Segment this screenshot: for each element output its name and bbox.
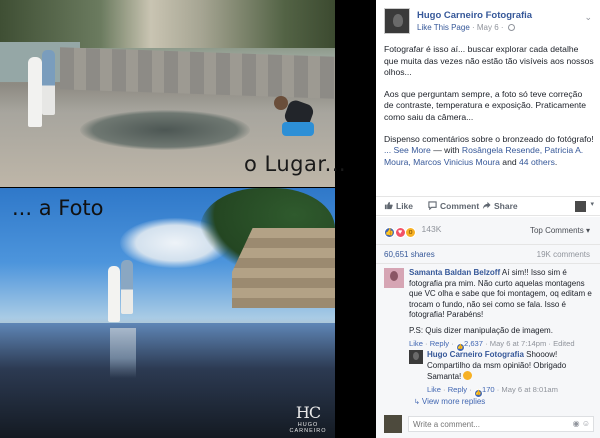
label-photo: ... a Foto [12,196,104,220]
post-paragraph: Aos que perguntam sempre, a foto só teve… [384,88,587,122]
like-page-link[interactable]: Like This Page [417,23,470,32]
reply-reply-link[interactable]: Reply [448,385,467,394]
reply-avatar[interactable] [409,350,423,364]
trees-background [0,0,335,48]
commenter-name[interactable]: Samanta Baldan Belzoff [409,268,500,277]
reaction-count: 143K [421,224,442,234]
post-paragraph-last: Dispenso comentários sobre o bronzeado d… [384,134,594,169]
photographer-figure [272,96,324,144]
puddle [80,110,250,150]
like-label: Like [396,201,414,211]
viewer-avatar[interactable] [575,201,586,212]
view-more-replies-label: View more replies [421,397,486,406]
post-header: Hugo Carneiro Fotografia Like This Page … [384,8,592,38]
comment-like-link[interactable]: Like [409,339,423,348]
comment-label: Comment [440,201,480,211]
page-avatar[interactable] [384,8,410,34]
reactions-summary[interactable]: 👍 ♥ o 143K [384,224,441,238]
share-icon [482,201,491,210]
comments-section: 👍 ♥ o 143K Top Comments ▾ 60,651 shares … [376,217,600,438]
top-comments-dropdown[interactable]: Top Comments ▾ [530,226,590,235]
comment-input[interactable] [408,416,594,432]
write-comment-row: ◉ ☺ [384,415,594,433]
emoji-icon[interactable]: ☺ [582,419,590,428]
share-label: Share [494,201,518,211]
wow-reaction-icon: o [405,227,417,238]
like-button[interactable]: Like [384,201,413,211]
page-name-link[interactable]: Hugo Carneiro Fotografia [417,10,532,21]
stone-wall [60,47,335,99]
comment-body: Samanta Baldan Belzoff Aí sim!! Isso sim… [409,268,594,352]
post-date[interactable]: May 6 [477,23,499,32]
reply-like-link[interactable]: Like [427,385,441,394]
reply-likes-value: 170 [481,384,495,394]
action-bar: Like Comment Share ▾ [376,196,600,216]
reply-footer: Like · Reply · 👍 170 · May 6 at 8:01am [427,384,558,398]
see-more-link[interactable]: ... See More [384,145,431,155]
comment-button[interactable]: Comment [428,201,479,211]
comment-likes-value: 2,637 [463,339,483,348]
love-reaction-icon: ♥ [394,227,406,238]
watermark-monogram: HC [295,403,321,422]
reply-body: Hugo Carneiro Fotografia Shooow! Compart… [427,350,595,398]
post-meta: Like This Page · May 6 · [417,23,515,32]
reply-like-count[interactable]: 👍 170 [473,384,495,398]
watermark-logo: HC HUGO CARNEIRO [280,403,336,434]
like-reaction-icon: 👍 [384,227,395,238]
reply-time[interactable]: May 6 at 8:01am [501,385,558,394]
reply-author[interactable]: Hugo Carneiro Fotografia [427,350,524,359]
comment-input-icons: ◉ ☺ [573,419,590,428]
chevron-down-icon[interactable]: ⌄ [584,12,592,23]
camera-icon[interactable]: ◉ [573,419,580,428]
post-stats: 60,651 shares 19K comments [376,244,600,264]
period: . [554,156,558,167]
watermark-name: HUGO CARNEIRO [289,422,327,434]
post-photo[interactable]: o Lugar... ... a Foto HC HUGO CARNEIRO [0,0,376,438]
commenter-avatar[interactable] [384,268,404,288]
comment-time[interactable]: May 6 at 7:14pm [490,339,547,348]
comment-edited[interactable]: Edited [553,339,575,348]
comment-like-count[interactable]: 👍 2,637 [455,339,483,352]
post-text: Fotografar é isso aí... buscar explorar … [384,44,594,178]
with-prefix: — with [433,145,460,156]
others-link[interactable]: 44 others [519,157,555,167]
viewer-avatar[interactable] [384,415,402,433]
post-paragraph-text: Dispenso comentários sobre o bronzeado d… [384,133,594,144]
comment-icon [428,201,437,210]
couple-figure [28,45,58,127]
thumbs-up-icon [384,201,393,210]
smile-emoji-icon [463,371,473,380]
globe-icon [507,24,515,31]
couple-figure [108,258,138,322]
rock-wall [232,228,335,308]
comment-reply-link[interactable]: Reply [430,339,449,348]
comments-count[interactable]: 19K comments [537,250,590,259]
label-place: o Lugar... [244,152,347,176]
reply-arrow-icon: ↳ [414,399,420,406]
couple-reflection [110,328,136,378]
photo-panel-result [0,188,335,438]
share-button[interactable]: Share [482,201,518,211]
view-more-replies-link[interactable]: ↳ View more replies [414,397,485,406]
comment-ps: P.S: Quis dizer manipulação de imagem. [409,325,553,335]
caret-down-icon[interactable]: ▾ [590,200,594,208]
post-panel: Hugo Carneiro Fotografia Like This Page … [376,0,600,438]
post-paragraph: Fotografar é isso aí... buscar explorar … [384,44,594,78]
shares-link[interactable]: 60,651 shares [384,250,435,259]
and-text: and [502,156,517,167]
